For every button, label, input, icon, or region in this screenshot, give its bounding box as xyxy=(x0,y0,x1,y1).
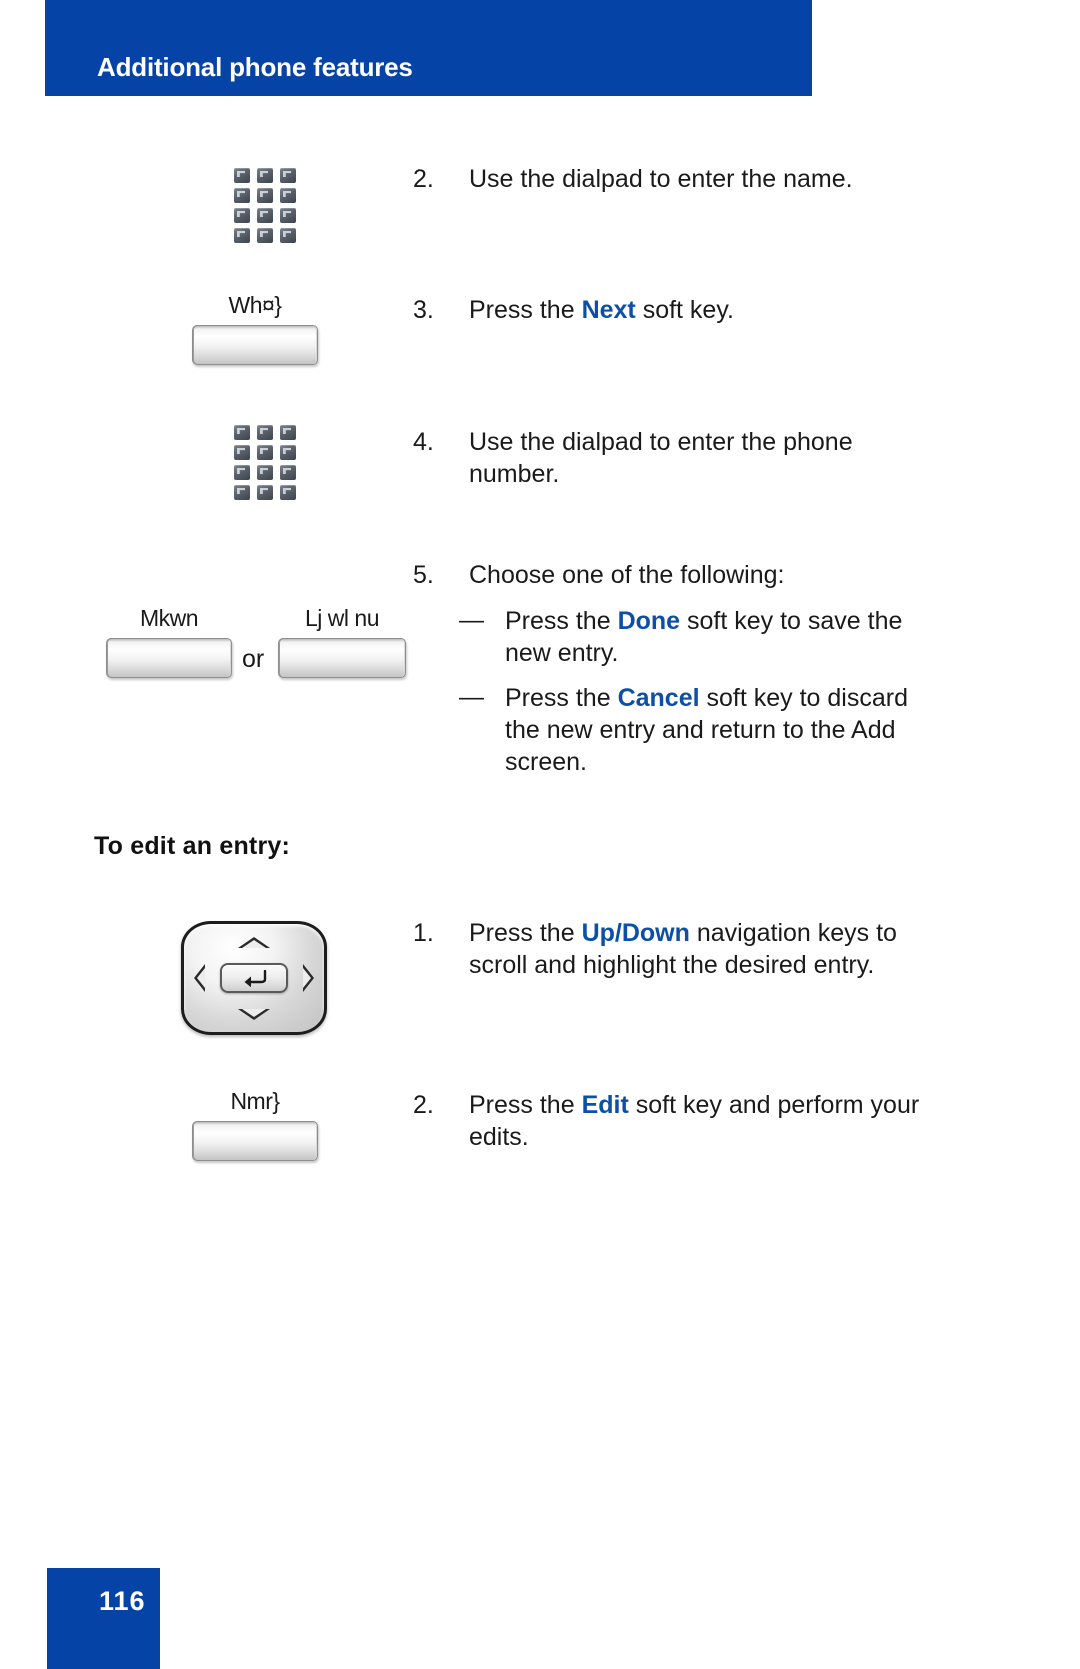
softkey-edit-button[interactable] xyxy=(192,1121,318,1161)
enter-key-button[interactable] xyxy=(220,963,288,993)
step-4-text: Use the dialpad to enter the phone numbe… xyxy=(469,428,853,488)
softkey-cancel-label: Lj wl nu xyxy=(305,605,379,631)
step-3-text: Press the Next soft key. xyxy=(469,295,933,327)
dialpad-key xyxy=(257,485,273,500)
bullet-cancel-text: Press the Cancel soft key to discard the… xyxy=(505,683,933,778)
step-3-post: soft key. xyxy=(635,296,734,324)
dialpad-key xyxy=(234,465,250,480)
page-header-banner: Additional phone features xyxy=(45,0,812,96)
dialpad-key xyxy=(257,465,273,480)
edit-step-1-separator: / xyxy=(614,919,622,947)
page-footer-banner: 116 xyxy=(47,1568,160,1669)
step-4-number: 4. xyxy=(413,428,434,456)
edit-step-1-keyword-down: Down xyxy=(621,919,690,947)
dialpad-key xyxy=(234,228,250,243)
dialpad-key xyxy=(257,208,273,223)
triangle-down-icon[interactable] xyxy=(238,1009,270,1020)
edit-step-1: 1. Press the Up/Down navigation keys to … xyxy=(413,918,918,982)
dialpad-key xyxy=(280,228,296,243)
step-3-pre: Press the xyxy=(469,296,582,324)
softkey-next-button[interactable] xyxy=(192,325,318,365)
dialpad-icon xyxy=(234,168,296,243)
bullet-cancel-dash: — xyxy=(459,683,484,711)
softkey-cancel-group[interactable]: Lj wl nu xyxy=(278,605,406,678)
dialpad-key xyxy=(280,425,296,440)
edit-step-2: 2. Press the Edit soft key and perform y… xyxy=(413,1090,933,1154)
edit-step-2-keyword: Edit xyxy=(581,1091,629,1119)
step-2: 2. Use the dialpad to enter the name. xyxy=(413,164,933,196)
dialpad-key xyxy=(280,465,296,480)
page-title: Additional phone features xyxy=(97,52,413,82)
step-3-number: 3. xyxy=(413,296,434,324)
triangle-right-icon[interactable] xyxy=(303,964,314,992)
triangle-up-icon[interactable] xyxy=(238,937,270,948)
or-connector-label: or xyxy=(242,645,265,673)
dialpad-key xyxy=(280,445,296,460)
dialpad-key xyxy=(234,208,250,223)
softkey-done-group[interactable]: Mkwn xyxy=(106,605,232,678)
dialpad-key xyxy=(234,485,250,500)
edit-step-1-pre: Press the xyxy=(469,919,582,947)
dialpad-key xyxy=(257,425,273,440)
dialpad-key xyxy=(234,425,250,440)
dialpad-key xyxy=(280,168,296,183)
bullet-cancel: — Press the Cancel soft key to discard t… xyxy=(459,683,933,778)
step-3: 3. Press the Next soft key. xyxy=(413,295,933,327)
edit-step-1-number: 1. xyxy=(413,919,434,947)
bullet-done-keyword: Done xyxy=(617,607,681,635)
dialpad-key xyxy=(280,485,296,500)
triangle-left-icon[interactable] xyxy=(194,964,205,992)
section-heading-edit-entry: To edit an entry: xyxy=(94,832,291,860)
bullet-done-pre: Press the xyxy=(505,607,618,635)
edit-step-2-pre: Press the xyxy=(469,1091,582,1119)
softkey-done-label: Mkwn xyxy=(139,605,199,631)
softkey-cancel-button[interactable] xyxy=(278,638,406,678)
dialpad-key xyxy=(234,445,250,460)
navigation-keys-icon[interactable] xyxy=(181,921,327,1035)
step-5-text: Choose one of the following: xyxy=(469,561,785,589)
bullet-cancel-keyword: Cancel xyxy=(617,684,700,712)
dialpad-key xyxy=(257,188,273,203)
bullet-done-dash: — xyxy=(459,606,484,634)
step-5-number: 5. xyxy=(413,561,434,589)
bullet-done: — Press the Done soft key to save the ne… xyxy=(459,606,929,670)
softkey-edit-group[interactable]: Nmr} xyxy=(192,1088,318,1161)
softkey-next-group[interactable]: Wh¤} xyxy=(192,292,318,365)
dialpad-icon xyxy=(234,425,296,500)
dialpad-key xyxy=(257,445,273,460)
step-2-text: Use the dialpad to enter the name. xyxy=(469,165,853,193)
dialpad-key xyxy=(234,168,250,183)
softkey-done-button[interactable] xyxy=(106,638,232,678)
edit-step-1-text: Press the Up/Down navigation keys to scr… xyxy=(469,918,918,982)
dialpad-key xyxy=(234,188,250,203)
enter-arrow-icon xyxy=(241,969,267,987)
dialpad-key xyxy=(280,188,296,203)
step-3-keyword-next: Next xyxy=(581,296,636,324)
softkey-edit-label: Nmr} xyxy=(230,1088,280,1114)
softkey-next-label: Wh¤} xyxy=(228,292,282,318)
dialpad-key xyxy=(257,168,273,183)
edit-step-2-text: Press the Edit soft key and perform your… xyxy=(469,1090,933,1154)
edit-step-2-number: 2. xyxy=(413,1091,434,1119)
dialpad-key xyxy=(280,208,296,223)
bullet-cancel-pre: Press the xyxy=(505,684,618,712)
dialpad-key xyxy=(257,228,273,243)
step-4: 4. Use the dialpad to enter the phone nu… xyxy=(413,427,903,491)
step-2-number: 2. xyxy=(413,165,434,193)
step-5: 5. Choose one of the following: xyxy=(413,560,933,592)
edit-step-1-keyword-up: Up xyxy=(581,919,615,947)
bullet-done-text: Press the Done soft key to save the new … xyxy=(505,606,929,670)
page-number: 116 xyxy=(99,1586,146,1616)
